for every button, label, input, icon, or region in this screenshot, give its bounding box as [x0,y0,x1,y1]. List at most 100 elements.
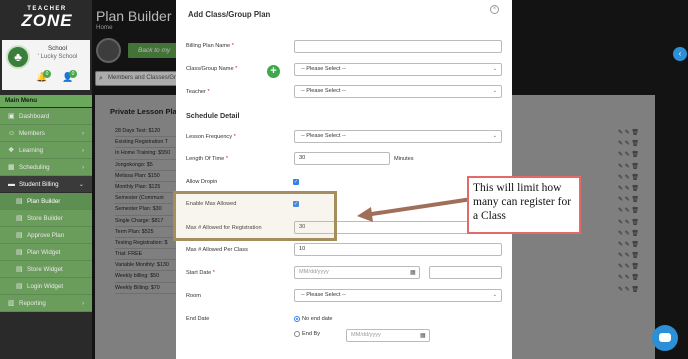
reporting-icon: ▥ [8,300,15,307]
sidebar-item-label: Plan Widget [27,249,61,256]
required-mark: * [225,156,228,162]
sidebar-item-label: Store Widget [27,266,63,273]
required-mark: * [207,89,210,95]
label-text: Teacher [186,89,206,95]
sidebar-item-plan-builder[interactable]: ▤ Plan Builder [0,193,92,210]
required-mark: * [233,134,236,140]
no-end-date-radio[interactable] [294,316,300,322]
end-by-radio[interactable] [294,331,300,337]
room-select[interactable]: -- Please Select -- ⌄ [294,289,502,302]
add-class-icon[interactable]: + [267,65,280,78]
sidebar-item-label: Approve Plan [27,232,65,239]
no-end-date-label: No end date [302,316,333,322]
teacher-label: Teacher * [186,89,210,95]
sidebar-item-store-widget[interactable]: ▤ Store Widget [0,261,92,278]
sidebar-item-store-builder[interactable]: ▤ Store Builder [0,210,92,227]
annotation-highlight-box [173,191,337,241]
start-date-placeholder: MM/dd/yyyy [299,269,329,275]
sidebar-item-label: Reporting [19,300,46,307]
main-menu-header: Main Menu [0,95,92,107]
chevron-right-icon: › [81,147,84,154]
chat-bubble-icon[interactable] [652,325,678,351]
select-value: -- Please Select -- [301,88,346,94]
plan-builder-icon: ▤ [16,198,23,205]
required-mark: * [212,270,215,276]
teacher-zone-logo[interactable]: TEACHER ZONE [18,6,76,34]
school-avatar[interactable]: ♣ [6,45,30,69]
label-text: Class/Group Name [186,66,234,72]
sidebar-item-reporting[interactable]: ▥ Reporting › [0,295,92,312]
approve-plan-icon: ▤ [16,232,23,239]
max-allowed-per-class-label: Max # Allowed Per Class [186,247,248,253]
school-label: School [48,45,67,52]
collapse-sidebar-button[interactable]: ‹ [673,47,687,61]
billing-plan-name-input[interactable] [294,40,502,53]
sidebar-item-student-billing[interactable]: ▬ Student Billing ⌄ [0,176,92,193]
school-name-value: ' Lucky School [37,53,78,60]
select-value: -- Please Select -- [301,292,346,298]
start-date-label: Start Date * [186,270,215,276]
select-value: -- Please Select -- [301,66,346,72]
store-widget-icon: ▤ [16,266,23,273]
select-value: -- Please Select -- [301,133,346,139]
sidebar: TEACHER ZONE ♣ School ' Lucky School 🔔 0… [0,0,92,359]
sidebar-item-members[interactable]: ☺ Members › [0,125,92,142]
lesson-frequency-label: Lesson Frequency * [186,134,236,140]
schedule-detail-heading: Schedule Detail [186,111,240,120]
sidebar-item-scheduling[interactable]: ▦ Scheduling › [0,159,92,176]
notifications-badge: 0 [43,70,51,78]
users-badge: 0 [69,70,77,78]
required-mark: * [235,66,238,72]
calendar-icon[interactable]: ▦ [410,269,416,276]
start-time-input[interactable] [429,266,502,279]
logo-main-text: ZONE [21,11,73,30]
store-builder-icon: ▤ [16,215,23,222]
calendar-icon[interactable]: ▦ [420,332,426,339]
chevron-down-icon: ⌄ [78,181,84,188]
sidebar-item-learning[interactable]: ❖ Learning › [0,142,92,159]
learning-icon: ❖ [8,147,15,154]
sidebar-item-login-widget[interactable]: ▤ Login Widget [0,278,92,295]
sidebar-item-label: Student Billing [19,181,59,188]
plan-widget-icon: ▤ [16,249,23,256]
chevron-down-icon: ⌄ [492,133,497,139]
sidebar-item-dashboard[interactable]: ▣ Dashboard [0,108,92,125]
school-name: School ' Lucky School [35,45,80,61]
start-date-input[interactable]: MM/dd/yyyy [294,266,420,279]
chevron-down-icon: ⌄ [492,66,497,72]
billing-icon: ▬ [8,181,15,188]
modal-title: Add Class/Group Plan [188,10,271,19]
end-date-label: End Date [186,316,210,322]
chevron-down-icon: ⌄ [492,292,497,298]
sidebar-item-label: Members [19,130,45,137]
label-text: Lesson Frequency [186,134,233,140]
sidebar-item-label: Store Builder [27,215,63,222]
sidebar-item-approve-plan[interactable]: ▤ Approve Plan [0,227,92,244]
close-icon[interactable]: × [490,5,499,14]
end-by-date-input[interactable]: MM/dd/yyyy [346,329,430,342]
chevron-right-icon: › [81,130,84,137]
allow-dropin-checkbox[interactable]: ✓ [293,179,299,185]
scheduling-icon: ▦ [8,164,15,171]
end-by-label: End By [302,331,321,337]
sidebar-item-label: Learning [19,147,44,154]
annotation-arrow [357,197,474,222]
login-widget-icon: ▤ [16,283,23,290]
teacher-select[interactable]: -- Please Select -- ⌄ [294,85,502,98]
length-unit-label: Minutes [394,156,414,162]
length-of-time-input[interactable]: 30 [294,152,390,165]
main-menu: ▣ Dashboard ☺ Members › ❖ Learning › ▦ Schedul… [0,108,92,312]
label-text: Start Date [186,270,212,276]
required-mark: * [231,43,234,49]
sidebar-item-plan-widget[interactable]: ▤ Plan Widget [0,244,92,261]
allow-dropin-label: Allow Dropin [186,179,218,185]
lesson-frequency-select[interactable]: -- Please Select -- ⌄ [294,130,502,143]
chevron-down-icon: ⌄ [492,88,497,94]
end-by-placeholder: MM/dd/yyyy [351,332,381,338]
class-group-name-select[interactable]: -- Please Select -- ⌄ [294,63,502,76]
chevron-right-icon: › [81,300,84,307]
label-text: Length Of Time [186,156,225,162]
max-allowed-per-class-input[interactable]: 10 [294,243,502,256]
length-of-time-label: Length Of Time * [186,156,228,162]
chevron-right-icon: › [81,164,84,171]
